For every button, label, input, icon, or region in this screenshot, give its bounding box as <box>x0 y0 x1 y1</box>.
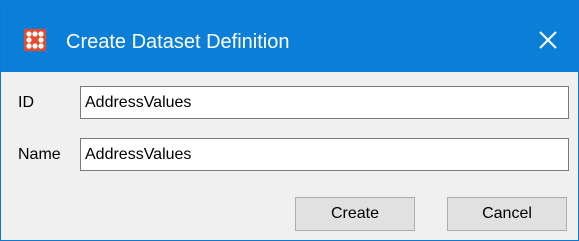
close-icon <box>539 31 557 49</box>
cancel-button[interactable]: Cancel <box>447 197 567 231</box>
dialog-title: Create Dataset Definition <box>66 31 290 53</box>
id-label: ID <box>18 94 34 111</box>
name-label: Name <box>18 146 61 163</box>
id-field[interactable] <box>80 86 569 119</box>
app-grid-icon <box>24 29 46 51</box>
close-button[interactable] <box>529 25 565 55</box>
create-button[interactable]: Create <box>295 197 415 231</box>
name-field[interactable] <box>80 138 569 171</box>
title-bar: Create Dataset Definition <box>1 1 578 72</box>
create-dataset-dialog: Create Dataset Definition ID Name Create… <box>0 0 579 241</box>
